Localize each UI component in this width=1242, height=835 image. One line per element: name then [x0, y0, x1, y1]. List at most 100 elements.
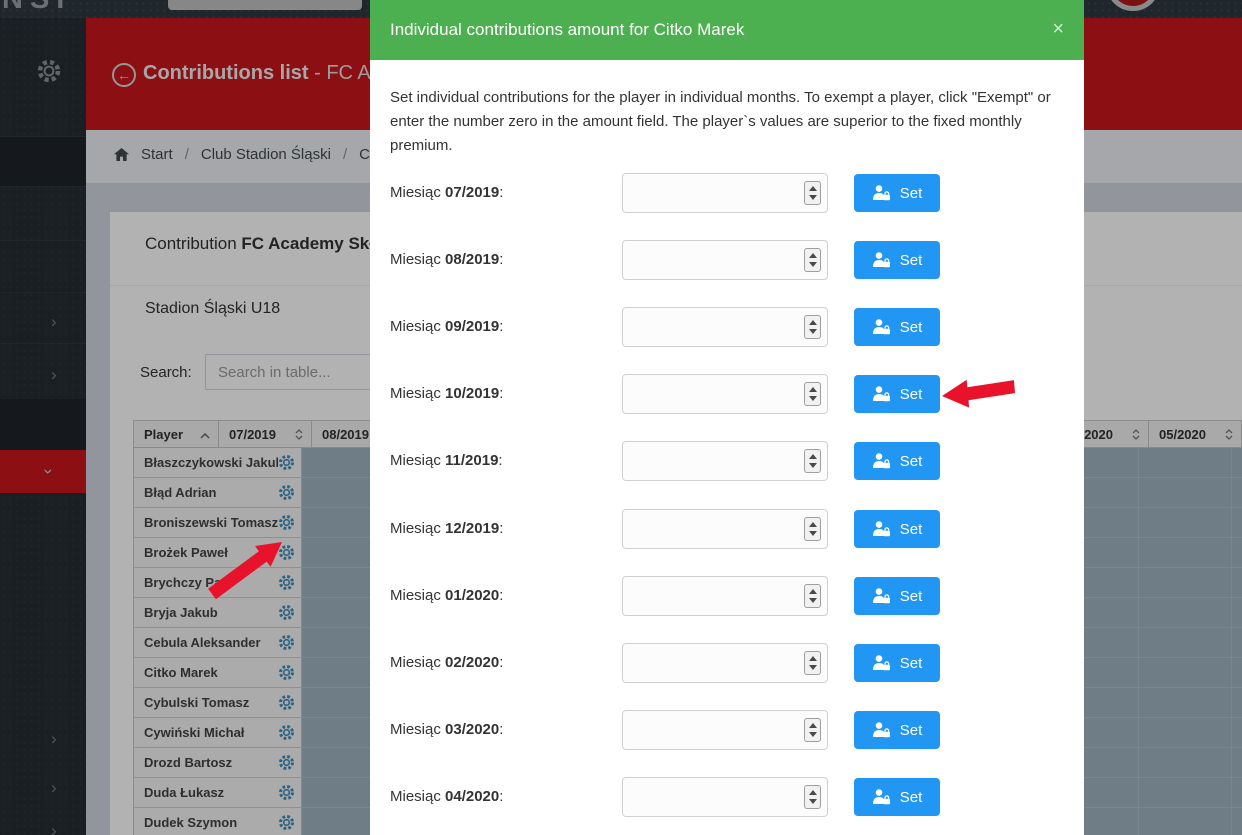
- month-label: Miesiąc 10/2019:: [390, 374, 503, 414]
- spinner-up-icon[interactable]: [809, 186, 817, 191]
- modal-header: Individual contributions amount for Citk…: [370, 0, 1084, 60]
- user-lock-icon: [872, 521, 892, 537]
- month-contribution-row: Miesiąc 09/2019: Set: [390, 307, 1064, 347]
- amount-input-wrap: [622, 576, 828, 616]
- spinner-down-icon[interactable]: [809, 396, 817, 401]
- modal-description: Set individual contributions for the pla…: [390, 86, 1066, 158]
- amount-input-wrap: [622, 710, 828, 750]
- spinner-up-icon[interactable]: [809, 589, 817, 594]
- set-button[interactable]: Set: [854, 375, 940, 413]
- set-button[interactable]: Set: [854, 174, 940, 212]
- number-spinner[interactable]: [804, 315, 821, 339]
- month-contribution-row: Miesiąc 07/2019: Set: [390, 173, 1064, 213]
- month-contribution-row: Miesiąc 02/2020: Set: [390, 643, 1064, 683]
- amount-input-wrap: [622, 374, 828, 414]
- set-button[interactable]: Set: [854, 644, 940, 682]
- spinner-down-icon[interactable]: [809, 732, 817, 737]
- user-lock-icon: [872, 252, 892, 268]
- spinner-up-icon[interactable]: [809, 656, 817, 661]
- spinner-up-icon[interactable]: [809, 320, 817, 325]
- set-button-label: Set: [900, 319, 923, 336]
- user-lock-icon: [872, 655, 892, 671]
- month-contribution-row: Miesiąc 12/2019: Set: [390, 509, 1064, 549]
- spinner-up-icon[interactable]: [809, 253, 817, 258]
- spinner-up-icon[interactable]: [809, 723, 817, 728]
- number-spinner[interactable]: [804, 181, 821, 205]
- spinner-down-icon[interactable]: [809, 598, 817, 603]
- number-spinner[interactable]: [804, 651, 821, 675]
- set-button[interactable]: Set: [854, 241, 940, 279]
- set-button-label: Set: [900, 453, 923, 470]
- amount-input[interactable]: [622, 643, 828, 683]
- set-button-label: Set: [900, 521, 923, 538]
- set-button-label: Set: [900, 386, 923, 403]
- amount-input-wrap: [622, 509, 828, 549]
- number-spinner[interactable]: [804, 517, 821, 541]
- user-lock-icon: [872, 588, 892, 604]
- spinner-down-icon[interactable]: [809, 665, 817, 670]
- month-contribution-row: Miesiąc 08/2019: Set: [390, 240, 1064, 280]
- number-spinner[interactable]: [804, 449, 821, 473]
- set-button-label: Set: [900, 588, 923, 605]
- set-button[interactable]: Set: [854, 778, 940, 816]
- month-label: Miesiąc 08/2019:: [390, 240, 503, 280]
- month-contribution-row: Miesiąc 01/2020: Set: [390, 576, 1064, 616]
- set-button-label: Set: [900, 789, 923, 806]
- month-contribution-row: Miesiąc 03/2020: Set: [390, 710, 1064, 750]
- amount-input[interactable]: [622, 777, 828, 817]
- number-spinner[interactable]: [804, 248, 821, 272]
- month-contribution-row: Miesiąc 04/2020: Set: [390, 777, 1064, 817]
- user-lock-icon: [872, 185, 892, 201]
- spinner-down-icon[interactable]: [809, 531, 817, 536]
- spinner-down-icon[interactable]: [809, 463, 817, 468]
- number-spinner[interactable]: [804, 382, 821, 406]
- amount-input[interactable]: [622, 240, 828, 280]
- set-button[interactable]: Set: [854, 711, 940, 749]
- set-button[interactable]: Set: [854, 510, 940, 548]
- user-lock-icon: [872, 789, 892, 805]
- user-lock-icon: [872, 722, 892, 738]
- month-label: Miesiąc 07/2019:: [390, 173, 503, 213]
- spinner-down-icon[interactable]: [809, 799, 817, 804]
- set-button[interactable]: Set: [854, 308, 940, 346]
- amount-input[interactable]: [622, 307, 828, 347]
- amount-input[interactable]: [622, 374, 828, 414]
- spinner-up-icon[interactable]: [809, 387, 817, 392]
- set-button[interactable]: Set: [854, 442, 940, 480]
- amount-input[interactable]: [622, 576, 828, 616]
- user-lock-icon: [872, 453, 892, 469]
- amount-input-wrap: [622, 441, 828, 481]
- amount-input-wrap: [622, 777, 828, 817]
- user-lock-icon: [872, 319, 892, 335]
- user-lock-icon: [872, 386, 892, 402]
- amount-input[interactable]: [622, 441, 828, 481]
- number-spinner[interactable]: [804, 718, 821, 742]
- app-screen: NSI j › › › › › › ← Contributions list -…: [0, 0, 1242, 835]
- month-label: Miesiąc 02/2020:: [390, 643, 503, 683]
- spinner-up-icon[interactable]: [809, 522, 817, 527]
- amount-input[interactable]: [622, 509, 828, 549]
- number-spinner[interactable]: [804, 785, 821, 809]
- month-label: Miesiąc 04/2020:: [390, 777, 503, 817]
- month-label: Miesiąc 03/2020:: [390, 710, 503, 750]
- spinner-up-icon[interactable]: [809, 790, 817, 795]
- amount-input-wrap: [622, 307, 828, 347]
- amount-input[interactable]: [622, 710, 828, 750]
- set-button-label: Set: [900, 252, 923, 269]
- month-contribution-row: Miesiąc 10/2019: Set: [390, 374, 1064, 414]
- individual-contributions-modal: Individual contributions amount for Citk…: [370, 0, 1084, 835]
- month-contribution-row: Miesiąc 11/2019: Set: [390, 441, 1064, 481]
- set-button-label: Set: [900, 655, 923, 672]
- spinner-up-icon[interactable]: [809, 454, 817, 459]
- number-spinner[interactable]: [804, 584, 821, 608]
- month-label: Miesiąc 01/2020:: [390, 576, 503, 616]
- close-icon[interactable]: ×: [1052, 18, 1064, 41]
- amount-input-wrap: [622, 240, 828, 280]
- month-label: Miesiąc 11/2019:: [390, 441, 503, 481]
- spinner-down-icon[interactable]: [809, 262, 817, 267]
- modal-title: Individual contributions amount for Citk…: [390, 0, 744, 60]
- set-button[interactable]: Set: [854, 577, 940, 615]
- spinner-down-icon[interactable]: [809, 195, 817, 200]
- spinner-down-icon[interactable]: [809, 329, 817, 334]
- amount-input[interactable]: [622, 173, 828, 213]
